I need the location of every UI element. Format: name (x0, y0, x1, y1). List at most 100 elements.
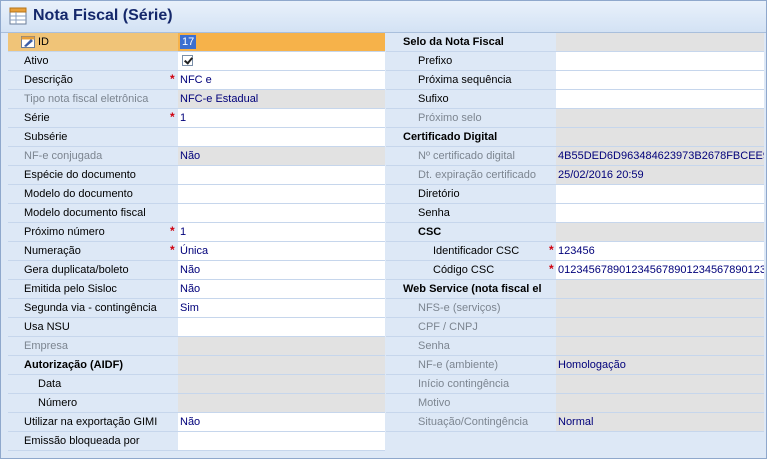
aidf-header-fill (178, 356, 385, 374)
motivo-field (556, 394, 764, 412)
segunda-via-label: Segunda via - contingência (8, 299, 178, 317)
n-certificado-field: 4B55DED6D963484623973B2678FBCEE9 (556, 147, 764, 165)
right-property-grid: Selo da Nota Fiscal Prefixo Próxima sequ… (386, 33, 764, 432)
senha-label: Senha (386, 204, 556, 222)
row-data: Data (8, 375, 385, 394)
csc-section-header: CSC (386, 223, 556, 241)
row-especie: Espécie do documento (8, 166, 385, 185)
emitida-sisloc-field[interactable]: Não (178, 280, 385, 298)
row-id[interactable]: ID 17 (8, 33, 385, 52)
row-proximo-numero: Próximo número * 1 (8, 223, 385, 242)
emissao-bloqueada-label: Emissão bloqueada por (8, 432, 178, 450)
id-field[interactable]: 17 (178, 33, 385, 51)
senha-field[interactable] (556, 204, 764, 222)
gera-duplicata-field[interactable]: Não (178, 261, 385, 279)
ws-senha-label: Senha (386, 337, 556, 355)
required-marker: * (170, 72, 175, 86)
row-nfse: NFS-e (serviços) (386, 299, 764, 318)
nfse-label: NFS-e (serviços) (386, 299, 556, 317)
row-id-csc: Identificador CSC * 123456 (386, 242, 764, 261)
subserie-field[interactable] (178, 128, 385, 146)
diretorio-field[interactable] (556, 185, 764, 203)
table-form-icon (9, 7, 27, 25)
subserie-label: Subsérie (8, 128, 178, 146)
data-field (178, 375, 385, 393)
diretorio-label: Diretório (386, 185, 556, 203)
row-diretorio: Diretório (386, 185, 764, 204)
left-property-grid: ID 17 Ativo Descrição * NFC e Tipo nota … (8, 33, 385, 451)
nfe-ambiente-field: Homologação (556, 356, 764, 374)
descricao-field[interactable]: NFC e (178, 71, 385, 89)
row-modelo-fiscal: Modelo documento fiscal (8, 204, 385, 223)
row-selo-header: Selo da Nota Fiscal (386, 33, 764, 52)
conjugada-label: NF-e conjugada (8, 147, 178, 165)
row-proxima-sequencia: Próxima sequência (386, 71, 764, 90)
selo-header-fill (556, 33, 764, 51)
csc-header-fill (556, 223, 764, 241)
row-usa-nsu: Usa NSU (8, 318, 385, 337)
row-segunda-via: Segunda via - contingência Sim (8, 299, 385, 318)
dt-expiracao-label: Dt. expiração certificado (386, 166, 556, 184)
sufixo-field[interactable] (556, 90, 764, 108)
emitida-sisloc-label: Emitida pelo Sisloc (8, 280, 178, 298)
required-marker: * (170, 110, 175, 124)
row-ws-senha: Senha (386, 337, 764, 356)
required-marker: * (549, 262, 554, 276)
webservice-header-fill (556, 280, 764, 298)
row-dt-expiracao: Dt. expiração certificado 25/02/2016 20:… (386, 166, 764, 185)
modelo-fiscal-field[interactable] (178, 204, 385, 222)
segunda-via-field[interactable]: Sim (178, 299, 385, 317)
row-codigo-csc: Código CSC * 012345678901234567890123456… (386, 261, 764, 280)
empresa-label: Empresa (8, 337, 178, 355)
id-label: ID (38, 36, 49, 48)
situacao-label: Situação/Contingência (386, 413, 556, 431)
data-label: Data (8, 375, 178, 393)
id-csc-field[interactable]: 123456 (556, 242, 764, 260)
row-emissao-bloqueada: Emissão bloqueada por (8, 432, 385, 451)
tipo-label: Tipo nota fiscal eletrônica (8, 90, 178, 108)
row-sufixo: Sufixo (386, 90, 764, 109)
selo-section-header: Selo da Nota Fiscal (386, 33, 556, 51)
ativo-cell (178, 52, 385, 70)
serie-field[interactable]: 1 (178, 109, 385, 127)
descricao-label: Descrição (8, 71, 178, 89)
certificado-section-header: Certificado Digital (386, 128, 556, 146)
empresa-field (178, 337, 385, 355)
webservice-section-header: Web Service (nota fiscal el (386, 280, 556, 298)
ativo-checkbox[interactable] (182, 55, 193, 66)
row-gera-duplicata: Gera duplicata/boleto Não (8, 261, 385, 280)
serie-label: Série (8, 109, 178, 127)
row-n-certificado: Nº certificado digital 4B55DED6D96348462… (386, 147, 764, 166)
id-label-cell: ID (8, 33, 178, 51)
especie-field[interactable] (178, 166, 385, 184)
id-csc-label: Identificador CSC (386, 242, 556, 260)
emissao-bloqueada-field[interactable] (178, 432, 385, 450)
row-descricao: Descrição * NFC e (8, 71, 385, 90)
row-inicio-contingencia: Início contingência (386, 375, 764, 394)
modelo-field[interactable] (178, 185, 385, 203)
cpf-cnpj-label: CPF / CNPJ (386, 318, 556, 336)
row-tipo: Tipo nota fiscal eletrônica NFC-e Estadu… (8, 90, 385, 109)
numeracao-field[interactable]: Única (178, 242, 385, 260)
row-conjugada: NF-e conjugada Não (8, 147, 385, 166)
prefixo-field[interactable] (556, 52, 764, 70)
row-webservice-header: Web Service (nota fiscal el (386, 280, 764, 299)
row-numeracao: Numeração * Única (8, 242, 385, 261)
proximo-selo-label: Próximo selo (386, 109, 556, 127)
codigo-csc-field[interactable]: 0123456789012345678901234567890123 (556, 261, 764, 279)
window-title: Nota Fiscal (Série) (33, 7, 173, 24)
usa-nsu-field[interactable] (178, 318, 385, 336)
row-prefixo: Prefixo (386, 52, 764, 71)
nfe-ambiente-label: NF-e (ambiente) (386, 356, 556, 374)
inicio-contingencia-label: Início contingência (386, 375, 556, 393)
row-modelo: Modelo do documento (8, 185, 385, 204)
proxima-sequencia-field[interactable] (556, 71, 764, 89)
proximo-numero-field[interactable]: 1 (178, 223, 385, 241)
row-motivo: Motivo (386, 394, 764, 413)
inicio-contingencia-field (556, 375, 764, 393)
gimi-field[interactable]: Não (178, 413, 385, 431)
row-senha: Senha (386, 204, 764, 223)
nfse-field (556, 299, 764, 317)
row-aidf-header: Autorização (AIDF) (8, 356, 385, 375)
row-gimi: Utilizar na exportação GIMI Não (8, 413, 385, 432)
